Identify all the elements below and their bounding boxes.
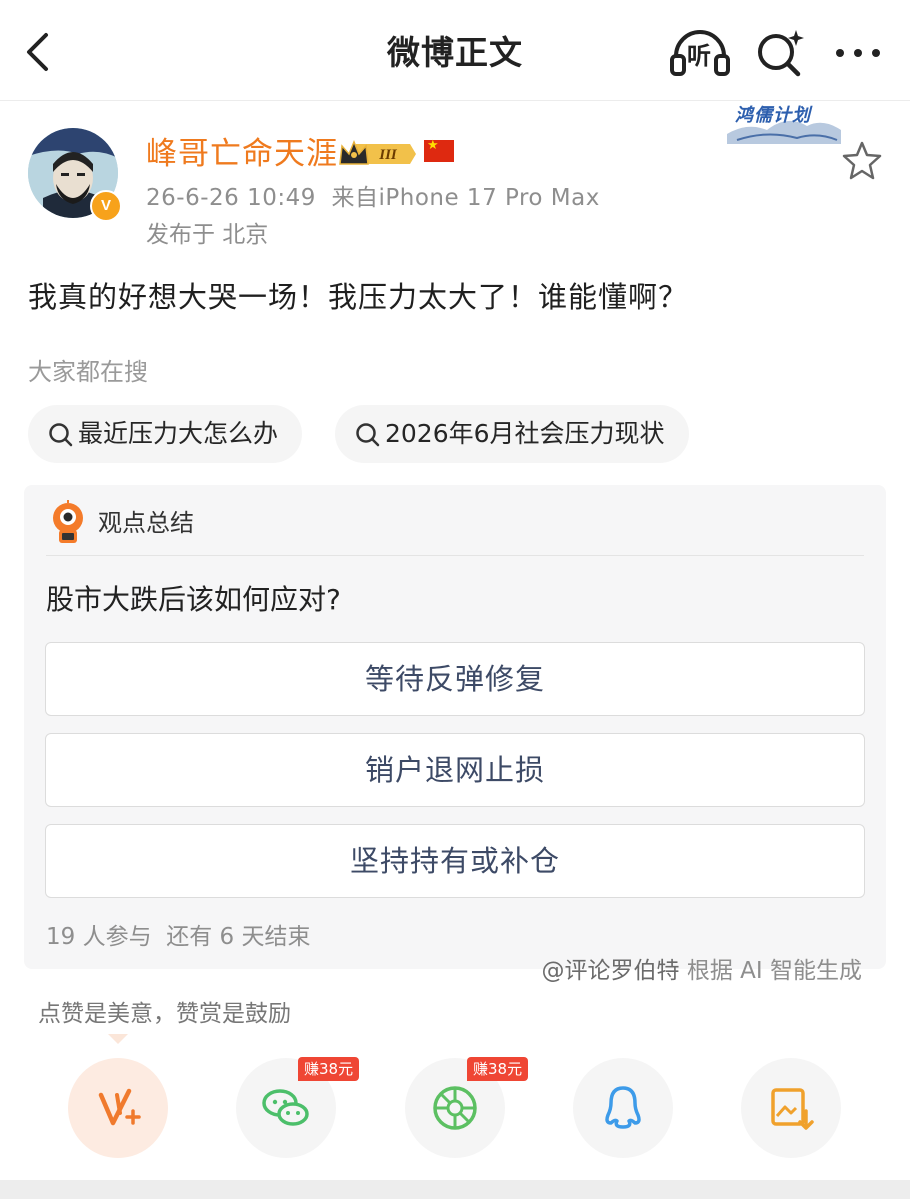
author-name[interactable]: 峰哥亡命天涯 [146,133,338,175]
post-location: 发布于 北京 [146,222,269,248]
poll-option[interactable]: 等待反弹修复 [45,642,865,716]
search-chip[interactable]: 最近压力大怎么办 [28,405,303,463]
poll-option[interactable]: 销户退网止损 [45,733,865,807]
tooltip-pointer [108,1034,128,1044]
ai-bot-link[interactable]: @评论罗伯特 [542,958,680,984]
moments-icon [433,1086,477,1130]
reward-icon [98,1088,141,1126]
verified-badge: V [90,190,122,222]
save-image-icon [771,1088,814,1130]
reward-tag: 赚38元 [467,1057,529,1081]
poll-option[interactable]: 坚持持有或补仓 [45,824,865,898]
card-title: 观点总结 [98,509,194,537]
vip-level: III [379,147,397,163]
search-icon [356,423,380,447]
search-sparkle-icon [758,30,804,77]
star-outline-icon [842,141,882,180]
search-chip-label: 2026年6月社会压力现状 [385,419,665,448]
favorite-button[interactable] [840,138,884,182]
ai-credit-text: 根据 AI 智能生成 [679,958,862,984]
share-qq-button[interactable] [573,1058,673,1158]
ai-credit: @评论罗伯特 根据 AI 智能生成 [527,920,862,988]
listen-label: 听 [687,42,711,70]
post-source: 来自iPhone 17 Pro Max [331,185,600,211]
flag-star-icon: ★ [427,138,439,153]
qq-icon [605,1086,641,1129]
post-text: 我真的好想大哭一场！我压力太大了！谁能懂啊？ [28,280,689,314]
save-image-button[interactable] [741,1058,841,1158]
share-prompt: 点赞是美意，赞赏是鼓励 [38,1001,291,1027]
post-timestamp: 26-6-26 10:49 [146,185,316,211]
search-chip-label: 最近压力大怎么办 [78,419,279,448]
post-meta: 26-6-26 10:49 来自iPhone 17 Pro Max [146,183,600,213]
more-dots-icon [836,49,880,57]
search-chip[interactable]: 2026年6月社会压力现状 [335,405,689,463]
listen-button[interactable]: 听 [668,26,732,80]
search-icon [49,423,73,447]
bottom-divider [0,1180,910,1199]
more-options-button[interactable] [830,30,886,76]
poll-participants: 19 人参与 还有 6 天结束 [46,924,311,950]
campaign-label: 鸿儒计划 [735,105,811,125]
search-button[interactable] [752,26,808,80]
trending-search-heading: 大家都在搜 [28,358,148,386]
robot-mascot-icon [47,500,89,546]
wechat-icon [262,1089,309,1126]
reward-tag: 赚38元 [298,1057,360,1081]
poll-question: 股市大跌后该如何应对? [46,583,341,616]
card-divider [46,555,864,556]
reward-button[interactable] [68,1058,168,1158]
